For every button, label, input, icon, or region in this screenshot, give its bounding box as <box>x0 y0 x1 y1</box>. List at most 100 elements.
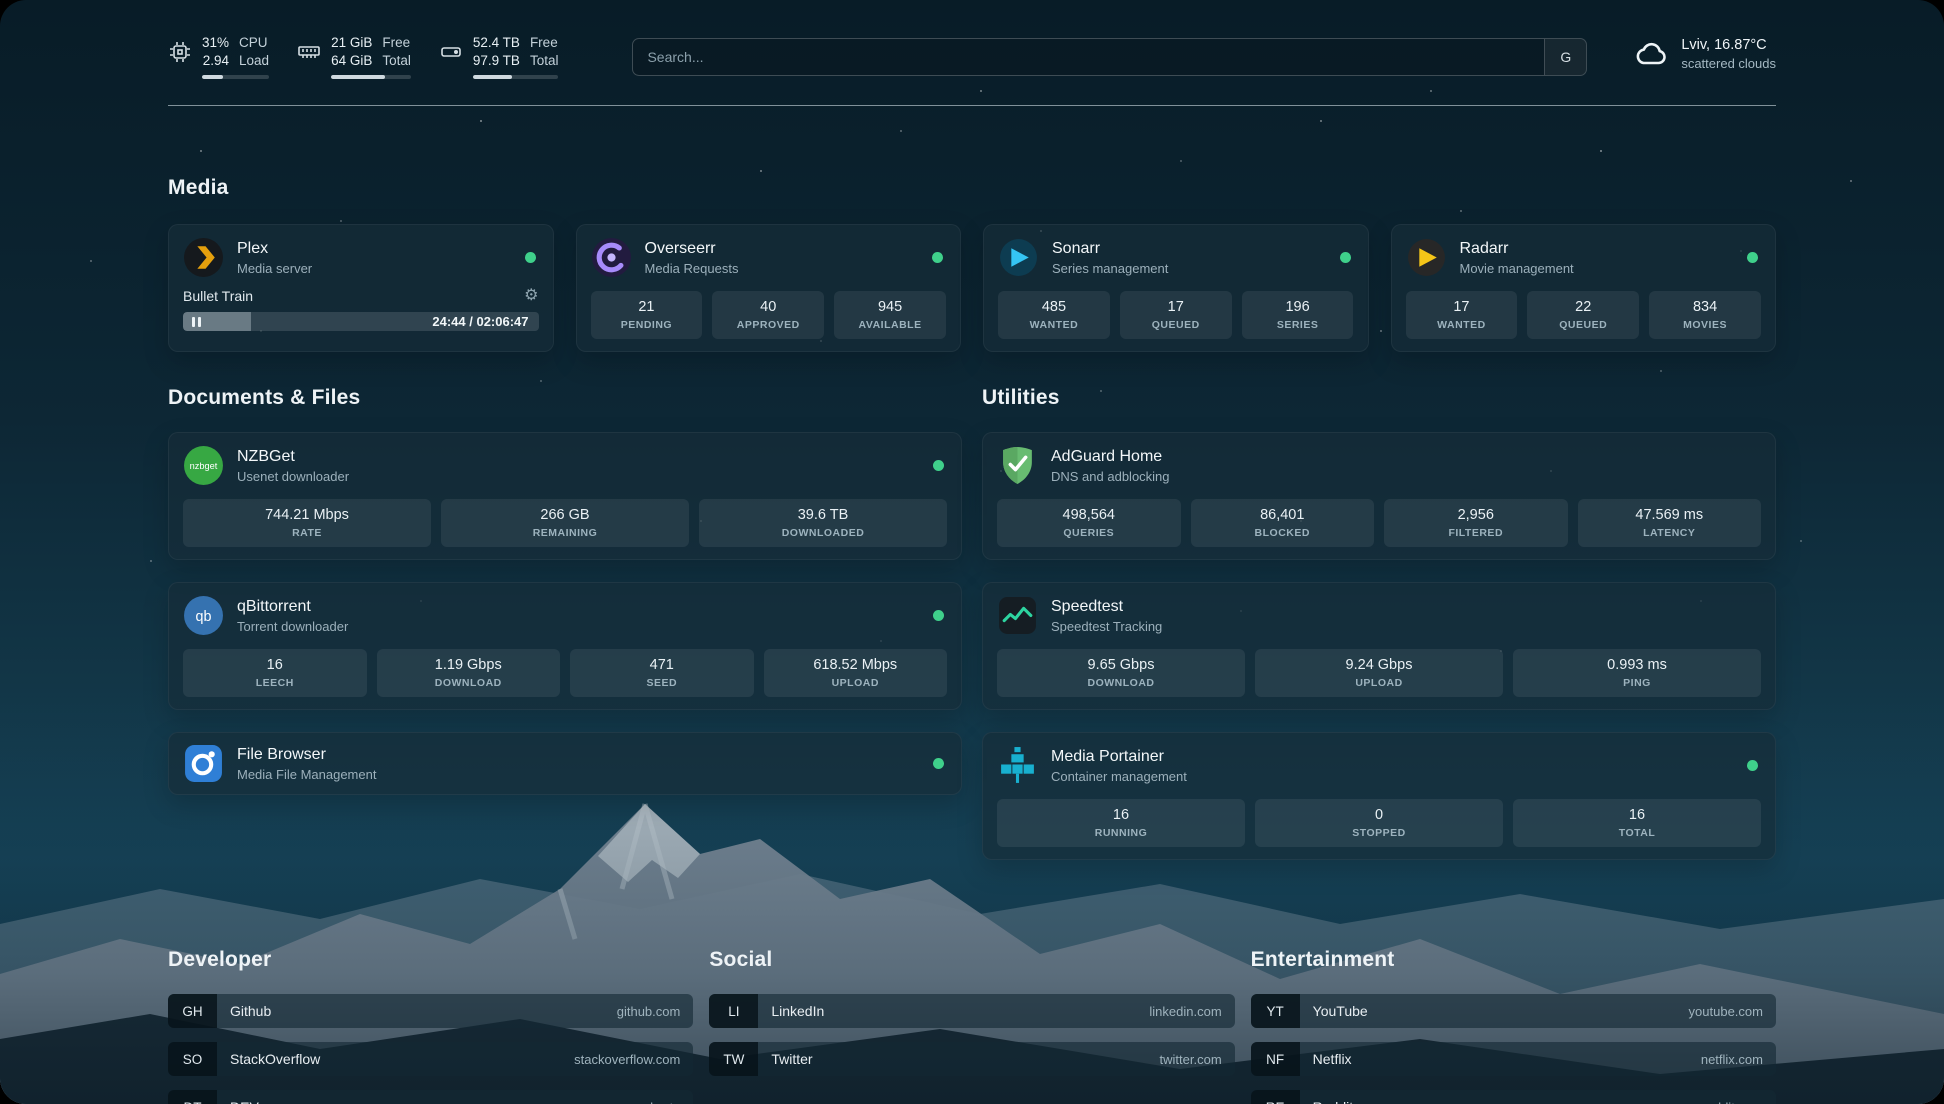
stat-queries: 498,564QUERIES <box>997 499 1181 547</box>
stat-pending: 21PENDING <box>591 291 703 339</box>
status-dot <box>932 252 943 263</box>
radarr-icon <box>1406 237 1447 278</box>
portainer-icon <box>997 745 1038 786</box>
bookmark-domain: stackoverflow.com <box>574 1052 680 1067</box>
weather-condition: scattered clouds <box>1681 56 1776 71</box>
bookmark-dev[interactable]: DT DEV dev.to <box>168 1090 693 1104</box>
service-card-filebrowser[interactable]: File Browser Media File Management <box>168 732 962 795</box>
bookmark-name: Github <box>230 1003 271 1019</box>
cpu-widget: 31% 2.94 CPU Load <box>168 34 269 79</box>
bookmark-name: DEV <box>230 1099 259 1104</box>
service-card-speedtest[interactable]: Speedtest Speedtest Tracking 9.65 GbpsDO… <box>982 582 1776 710</box>
memory-progress-bar <box>331 75 411 79</box>
bookmark-github[interactable]: GH Github github.com <box>168 994 693 1028</box>
weather-widget: Lviv, 16.87°C scattered clouds <box>1633 36 1776 72</box>
bookmark-name: Netflix <box>1313 1051 1352 1067</box>
service-card-qbittorrent[interactable]: qb qBittorrent Torrent downloader 16LEEC… <box>168 582 962 710</box>
stat-upload: 9.24 GbpsUPLOAD <box>1255 649 1503 697</box>
cpu-progress-bar <box>202 75 269 79</box>
stat-blocked: 86,401BLOCKED <box>1191 499 1375 547</box>
bookmark-linkedin[interactable]: LI LinkedIn linkedin.com <box>709 994 1234 1028</box>
service-card-plex[interactable]: Plex Media server Bullet Train ⚙ 24:44 /… <box>168 224 554 352</box>
plex-icon <box>183 237 224 278</box>
service-name: File Browser <box>237 746 376 764</box>
stat-queued: 22QUEUED <box>1527 291 1639 339</box>
service-card-adguard[interactable]: AdGuard Home DNS and adblocking 498,564Q… <box>982 432 1776 560</box>
disk-total-label: Total <box>530 52 559 70</box>
bookmark-domain: netflix.com <box>1701 1052 1763 1067</box>
service-subtitle: Container management <box>1051 769 1187 784</box>
bookmark-reddit[interactable]: RE Reddit reddit.com <box>1251 1090 1776 1104</box>
bookmark-abbr: GH <box>168 994 217 1028</box>
bookmark-netflix[interactable]: NF Netflix netflix.com <box>1251 1042 1776 1076</box>
bookmark-youtube[interactable]: YT YouTube youtube.com <box>1251 994 1776 1028</box>
documents-column: Documents & Files nzbget NZBGet Usenet d… <box>168 386 962 882</box>
pause-icon[interactable] <box>192 317 201 327</box>
media-grid: Plex Media server Bullet Train ⚙ 24:44 /… <box>168 224 1776 352</box>
gear-icon[interactable]: ⚙ <box>524 288 538 304</box>
search-provider-button[interactable]: G <box>1544 39 1586 75</box>
bookmark-name: Reddit <box>1313 1099 1353 1104</box>
top-bar: 31% 2.94 CPU Load <box>0 0 1944 79</box>
bookmark-twitter[interactable]: TW Twitter twitter.com <box>709 1042 1234 1076</box>
memory-icon <box>297 40 321 64</box>
service-card-sonarr[interactable]: Sonarr Series management 485WANTED 17QUE… <box>983 224 1369 352</box>
status-dot <box>933 460 944 471</box>
bookmark-domain: github.com <box>617 1004 681 1019</box>
memory-total-value: 64 GiB <box>331 52 372 70</box>
service-card-radarr[interactable]: Radarr Movie management 17WANTED 22QUEUE… <box>1391 224 1777 352</box>
bookmark-domain: youtube.com <box>1689 1004 1763 1019</box>
bookmark-domain: dev.to <box>646 1100 680 1104</box>
section-title-entertainment: Entertainment <box>1251 948 1776 972</box>
bookmark-stackoverflow[interactable]: SO StackOverflow stackoverflow.com <box>168 1042 693 1076</box>
bookmark-abbr: NF <box>1251 1042 1300 1076</box>
search-bar: G <box>632 38 1587 76</box>
disk-icon <box>439 40 463 64</box>
bookmark-name: StackOverflow <box>230 1051 320 1067</box>
stat-wanted: 485WANTED <box>998 291 1110 339</box>
stat-download: 1.19 GbpsDOWNLOAD <box>377 649 561 697</box>
svg-text:nzbget: nzbget <box>190 461 218 471</box>
stat-leech: 16LEECH <box>183 649 367 697</box>
svg-text:qb: qb <box>196 609 212 625</box>
memory-total-label: Total <box>382 52 411 70</box>
stat-upload: 618.52 MbpsUPLOAD <box>764 649 948 697</box>
stat-approved: 40APPROVED <box>712 291 824 339</box>
stat-wanted: 17WANTED <box>1406 291 1518 339</box>
service-name: Speedtest <box>1051 598 1162 616</box>
bookmark-abbr: TW <box>709 1042 758 1076</box>
stat-available: 945AVAILABLE <box>834 291 946 339</box>
service-name: qBittorrent <box>237 598 348 616</box>
service-name: Radarr <box>1460 240 1574 258</box>
sonarr-icon <box>998 237 1039 278</box>
disk-free-label: Free <box>530 34 559 52</box>
status-dot <box>1747 760 1758 771</box>
bookmark-group-entertainment: Entertainment YT YouTube youtube.com NF … <box>1251 948 1776 1104</box>
service-name: AdGuard Home <box>1051 448 1170 466</box>
cpu-percent: 31% <box>202 34 229 52</box>
cpu-load-value: 2.94 <box>203 52 229 70</box>
adguard-icon <box>997 445 1038 486</box>
playback-time: 24:44 / 02:06:47 <box>432 314 528 329</box>
stat-running: 16RUNNING <box>997 799 1245 847</box>
service-subtitle: Media server <box>237 261 312 276</box>
memory-widget: 21 GiB 64 GiB Free Total <box>297 34 411 79</box>
stat-movies: 834MOVIES <box>1649 291 1761 339</box>
service-name: NZBGet <box>237 448 349 466</box>
search-input[interactable] <box>633 39 1544 75</box>
service-subtitle: Torrent downloader <box>237 619 348 634</box>
bookmark-abbr: SO <box>168 1042 217 1076</box>
dashboard-screen: 31% 2.94 CPU Load <box>0 0 1944 1104</box>
stat-download: 9.65 GbpsDOWNLOAD <box>997 649 1245 697</box>
playback-progress-bar[interactable]: 24:44 / 02:06:47 <box>183 312 539 331</box>
cpu-label: CPU <box>239 34 269 52</box>
service-card-nzbget[interactable]: nzbget NZBGet Usenet downloader 744.21 M… <box>168 432 962 560</box>
stat-remaining: 266 GBREMAINING <box>441 499 689 547</box>
stat-total: 16TOTAL <box>1513 799 1761 847</box>
service-card-portainer[interactable]: Media Portainer Container management 16R… <box>982 732 1776 860</box>
main-content: Media Plex Media server Bullet Train ⚙ <box>0 176 1944 1104</box>
disk-free-value: 52.4 TB <box>473 34 520 52</box>
service-card-overseerr[interactable]: Overseerr Media Requests 21PENDING 40APP… <box>576 224 962 352</box>
stat-latency: 47.569 msLATENCY <box>1578 499 1762 547</box>
status-dot <box>933 610 944 621</box>
